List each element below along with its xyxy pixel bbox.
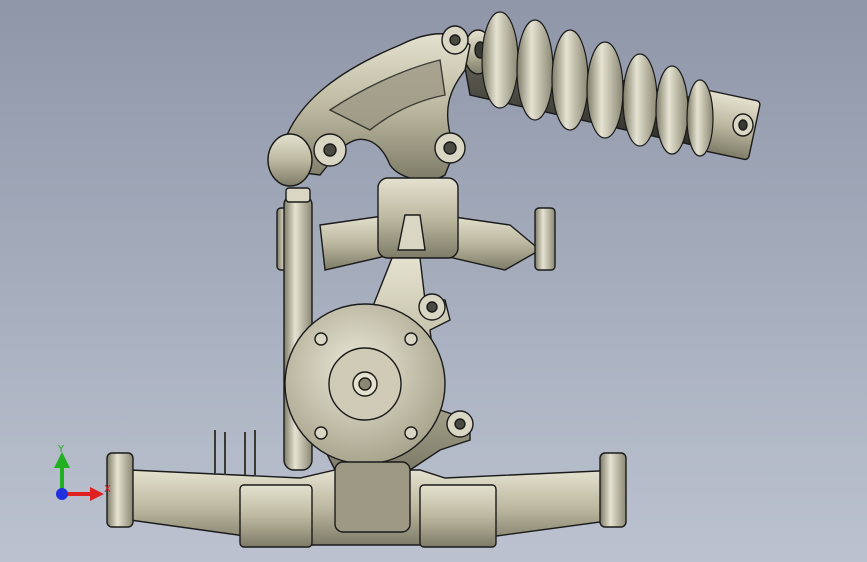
x-axis-arrow xyxy=(62,487,104,501)
y-axis-label: Y xyxy=(57,444,65,455)
upper-wishbone[interactable] xyxy=(276,177,556,271)
y-axis-arrow xyxy=(54,452,70,494)
suspension-model[interactable] xyxy=(0,0,867,562)
coordinate-triad: Y X xyxy=(54,444,111,501)
x-axis-label: X xyxy=(104,484,111,495)
graphics-viewport[interactable]: Y X xyxy=(0,0,867,562)
wheel-hub[interactable] xyxy=(284,303,446,465)
rocker-arm[interactable] xyxy=(267,25,471,187)
z-axis-dot xyxy=(56,488,68,500)
